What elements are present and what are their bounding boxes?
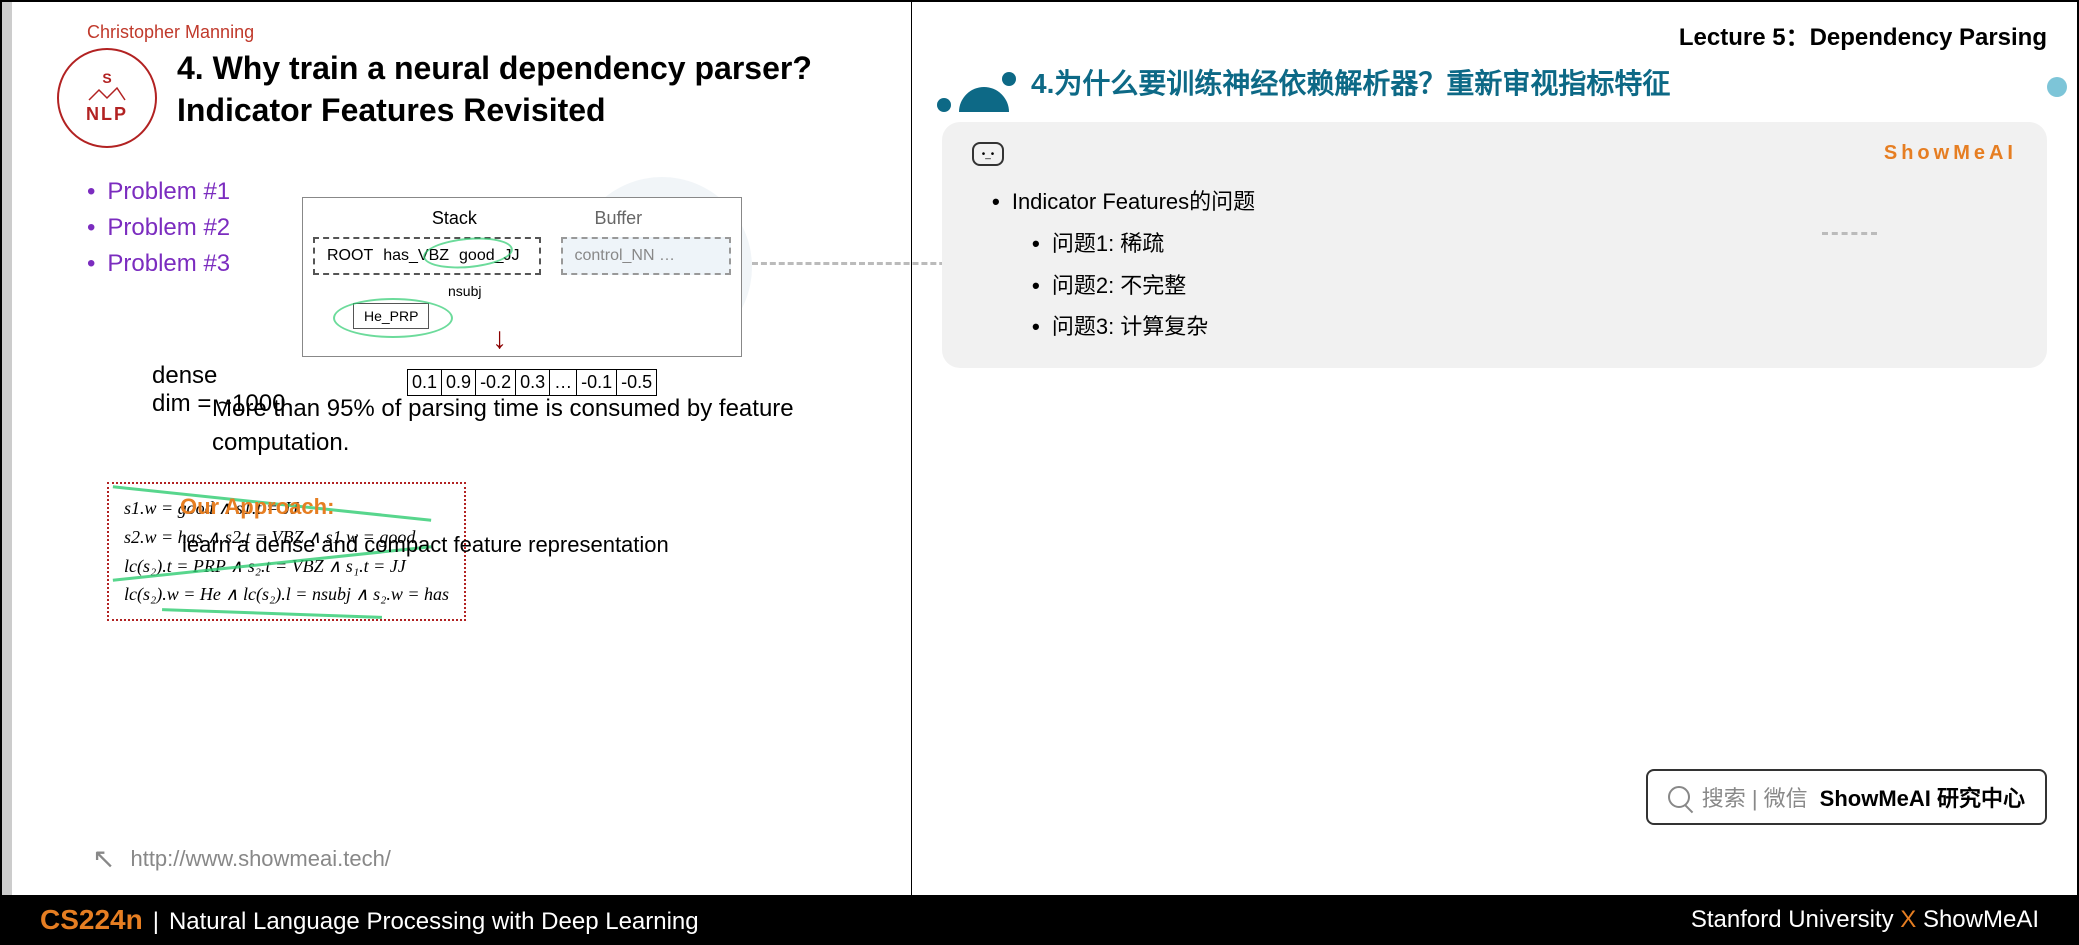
notes-heading: Indicator Features的问题 xyxy=(992,181,2017,223)
stanford-nlp-logo: S NLP xyxy=(57,48,157,148)
slide-area: Christopher Manning S NLP 4. Why train a… xyxy=(2,2,912,895)
mountain-icon xyxy=(87,86,127,102)
list-item: 问题2: 不完整 xyxy=(1032,265,2017,307)
slide-title: 4. Why train a neural dependency parser?… xyxy=(177,48,881,131)
bullet-icon xyxy=(1002,72,1016,86)
approach-description: learn a dense and compact feature repres… xyxy=(182,532,669,558)
author-name: Christopher Manning xyxy=(87,22,881,43)
list-item: 问题1: 稀疏 xyxy=(1032,223,2017,265)
robot-icon: •_• xyxy=(972,142,1004,166)
dense-label: dense xyxy=(152,362,217,390)
course-code: CS224n xyxy=(40,904,143,936)
footer-bar: CS224n | Natural Language Processing wit… xyxy=(0,895,2079,945)
dep-arc-label: nsubj xyxy=(448,283,481,299)
list-item: 问题3: 计算复杂 xyxy=(1032,306,2017,348)
footer-x: X xyxy=(1900,906,1916,933)
search-brand: ShowMeAI 研究中心 xyxy=(1820,781,2025,813)
notes-list: Indicator Features的问题 问题1: 稀疏 问题2: 不完整 问… xyxy=(972,181,2017,348)
parsing-time-note: More than 95% of parsing time is consume… xyxy=(212,392,911,459)
stack-label: Stack xyxy=(432,208,477,229)
down-arrow-icon: ↓ xyxy=(492,322,507,356)
main-container: Christopher Manning S NLP 4. Why train a… xyxy=(0,0,2079,895)
dense-vector: 0.1 0.9 -0.2 0.3 … -0.1 -0.5 xyxy=(407,369,657,396)
section-title: 4.为什么要训练神经依赖解析器？重新审视指标特征 xyxy=(1002,62,2047,102)
buffer-box: control_NN … xyxy=(561,237,732,275)
search-box[interactable]: 搜索 | 微信 ShowMeAI 研究中心 xyxy=(1646,769,2047,825)
notes-panel: •_• ShowMeAI Indicator Features的问题 问题1: … xyxy=(942,122,2047,368)
lecture-label: Lecture 5：Dependency Parsing xyxy=(942,17,2047,52)
notes-area: Lecture 5：Dependency Parsing 4.为什么要训练神经依… xyxy=(912,2,2077,895)
brand-label: ShowMeAI xyxy=(1884,142,2017,165)
hand-annotation xyxy=(333,298,453,338)
link-url: http://www.showmeai.tech/ xyxy=(130,846,390,872)
search-icon xyxy=(1668,786,1690,808)
connector-dash-line xyxy=(1822,232,1877,235)
parser-state-diagram: Stack Buffer ROOT has_VBZ good_JJ contro… xyxy=(302,197,742,357)
source-link[interactable]: ↖ http://www.showmeai.tech/ xyxy=(92,842,391,875)
deco-icon xyxy=(2047,72,2067,104)
search-placeholder: 搜索 | 微信 xyxy=(1702,781,1808,813)
cursor-icon: ↖ xyxy=(92,842,115,875)
footer-university: Stanford University xyxy=(1691,906,1894,933)
our-approach-heading: Our Approach: xyxy=(180,494,334,520)
buffer-label: Buffer xyxy=(594,208,642,229)
footer-brand: ShowMeAI xyxy=(1923,906,2039,933)
deco-icon xyxy=(937,87,1009,119)
course-title: Natural Language Processing with Deep Le… xyxy=(169,908,699,936)
